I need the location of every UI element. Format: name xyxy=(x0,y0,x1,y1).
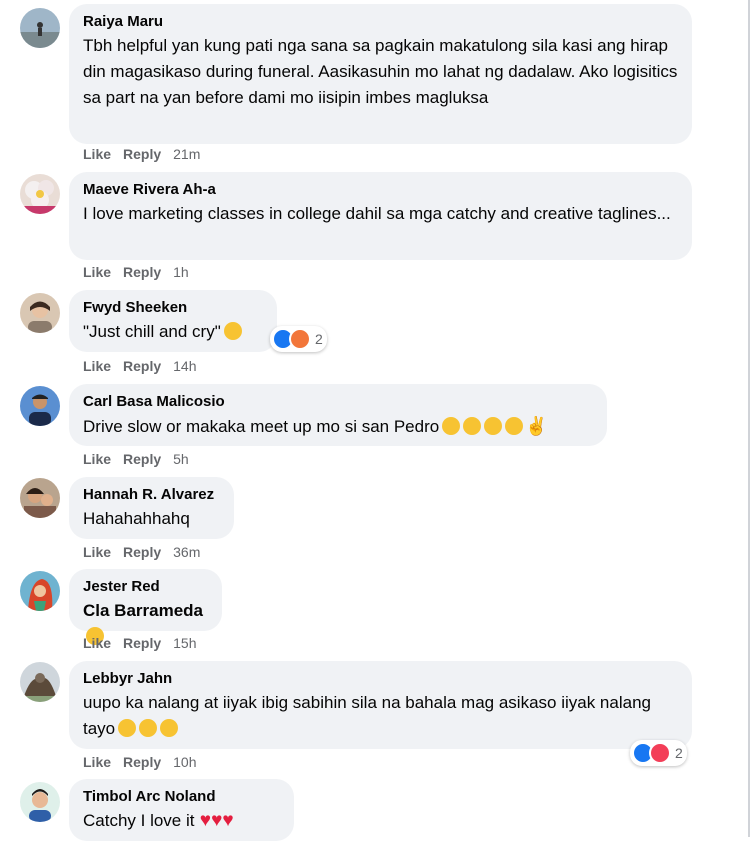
heart-emoji-icon: ♥ xyxy=(222,810,234,831)
comment-time[interactable]: 14h xyxy=(173,358,196,374)
comment-time[interactable]: 5h xyxy=(173,451,189,467)
comment-actions: Like Reply 10h xyxy=(83,754,197,770)
crying-emoji-icon xyxy=(223,322,242,340)
angry-reaction-icon xyxy=(289,328,311,350)
grin-emoji-icon xyxy=(505,417,524,435)
reply-button[interactable]: Reply xyxy=(123,146,161,162)
like-button[interactable]: Like xyxy=(83,264,111,280)
love-reaction-icon xyxy=(649,742,671,764)
reply-button[interactable]: Reply xyxy=(123,264,161,280)
comment-time[interactable]: 1h xyxy=(173,264,189,280)
comment-author[interactable]: Carl Basa Malicosio xyxy=(83,392,593,411)
comment-text: uupo ka nalang at iiyak ibig sabihin sil… xyxy=(83,693,651,738)
comment-bubble: Lebbyr Jahn uupo ka nalang at iiyak ibig… xyxy=(69,661,692,749)
reaction-count: 2 xyxy=(675,745,683,761)
comment-text: Catchy I love it ♥♥♥ xyxy=(83,810,234,831)
avatar[interactable] xyxy=(20,386,60,426)
like-button[interactable]: Like xyxy=(83,544,111,560)
comment-text: I love marketing classes in college dahi… xyxy=(83,204,671,223)
comment-bubble: Raiya Maru Tbh helpful yan kung pati nga… xyxy=(69,4,692,144)
avatar[interactable] xyxy=(20,293,60,333)
sad-emoji-icon xyxy=(118,719,137,737)
like-button[interactable]: Like xyxy=(83,635,111,651)
comment-bubble: Carl Basa Malicosio Drive slow or makaka… xyxy=(69,384,607,446)
like-button[interactable]: Like xyxy=(83,146,111,162)
reaction-summary[interactable]: 2 xyxy=(270,326,327,352)
reaction-summary[interactable]: 2 xyxy=(630,740,687,766)
comment-text: Hahahahhahq xyxy=(83,509,190,528)
like-button[interactable]: Like xyxy=(83,754,111,770)
comment-bubble: Hannah R. Alvarez Hahahahhahq xyxy=(69,477,234,539)
heart-emoji-icon: ♥ xyxy=(211,810,223,831)
comment-author[interactable]: Raiya Maru xyxy=(83,12,678,31)
comment-time[interactable]: 36m xyxy=(173,544,200,560)
avatar[interactable] xyxy=(20,571,60,611)
comment-actions: Like Reply 21m xyxy=(83,146,200,162)
sweat-smile-emoji-icon xyxy=(442,417,461,435)
comment-bubble: Timbol Arc Noland Catchy I love it ♥♥♥ xyxy=(69,779,294,841)
comment-actions: Like Reply 36m xyxy=(83,544,200,560)
avatar[interactable] xyxy=(20,662,60,702)
astonished-emoji-icon xyxy=(484,417,503,435)
reply-button[interactable]: Reply xyxy=(123,544,161,560)
like-button[interactable]: Like xyxy=(83,358,111,374)
like-button[interactable]: Like xyxy=(83,451,111,467)
comment-bubble: Jester Red Cla Barrameda xyxy=(69,569,222,645)
comment-time[interactable]: 15h xyxy=(173,635,196,651)
comment-author[interactable]: Hannah R. Alvarez xyxy=(83,485,220,504)
comment-bubble: Maeve Rivera Ah-a I love marketing class… xyxy=(69,172,692,260)
comment-actions: Like Reply 5h xyxy=(83,451,189,467)
avatar[interactable] xyxy=(20,8,60,48)
avatar[interactable] xyxy=(20,478,60,518)
comment-text: Drive slow or makaka meet up mo si san P… xyxy=(83,416,548,436)
heart-emoji-icon: ♥ xyxy=(194,810,212,831)
comment-author[interactable]: Jester Red xyxy=(83,577,208,596)
comment-text: Tbh helpful yan kung pati nga sana sa pa… xyxy=(83,36,678,107)
reply-button[interactable]: Reply xyxy=(123,451,161,467)
victory-hand-icon: ✌ xyxy=(525,416,548,436)
comment-bubble: Fwyd Sheeken "Just chill and cry" xyxy=(69,290,277,352)
reaction-count: 2 xyxy=(315,331,323,347)
comment-actions: Like Reply 14h xyxy=(83,358,197,374)
comment-author[interactable]: Fwyd Sheeken xyxy=(83,298,263,317)
sad-emoji-icon xyxy=(160,719,179,737)
eye-roll-emoji-icon xyxy=(463,417,482,435)
comment-author[interactable]: Maeve Rivera Ah-a xyxy=(83,180,678,199)
comment-time[interactable]: 21m xyxy=(173,146,200,162)
comment-actions: Like Reply 1h xyxy=(83,264,189,280)
comment-actions: Like Reply 15h xyxy=(83,635,197,651)
reply-button[interactable]: Reply xyxy=(123,358,161,374)
comment-author[interactable]: Lebbyr Jahn xyxy=(83,669,678,688)
comment-time[interactable]: 10h xyxy=(173,754,196,770)
comment-text: "Just chill and cry" xyxy=(83,319,263,345)
reply-button[interactable]: Reply xyxy=(123,635,161,651)
comment-author[interactable]: Timbol Arc Noland xyxy=(83,787,280,806)
avatar[interactable] xyxy=(20,782,60,822)
sad-emoji-icon xyxy=(139,719,158,737)
avatar[interactable] xyxy=(20,174,60,214)
mention-link[interactable]: Cla Barrameda xyxy=(83,601,203,620)
reply-button[interactable]: Reply xyxy=(123,754,161,770)
